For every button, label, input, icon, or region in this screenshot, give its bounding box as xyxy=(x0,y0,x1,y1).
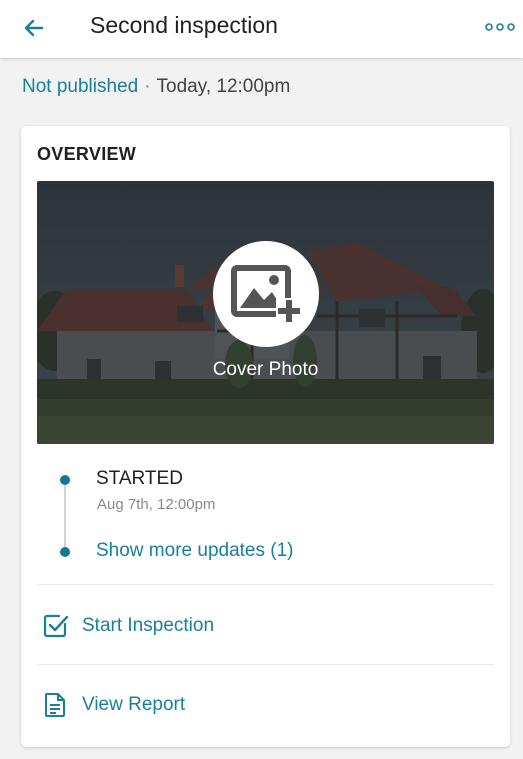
divider xyxy=(37,584,494,585)
more-options-button[interactable] xyxy=(483,12,517,42)
timeline-status: STARTED xyxy=(96,468,183,489)
timeline-date: Aug 7th, 12:00pm xyxy=(97,496,216,513)
divider xyxy=(37,664,494,665)
show-more-updates-link[interactable]: Show more updates (1) xyxy=(96,540,294,562)
inspection-time: Today, 12:00pm xyxy=(156,76,291,97)
start-inspection-label: Start Inspection xyxy=(82,615,215,636)
add-cover-photo-button[interactable] xyxy=(213,241,319,347)
cover-photo-label: Cover Photo xyxy=(212,359,319,380)
status-separator: · xyxy=(144,76,151,97)
timeline-dot xyxy=(60,547,70,557)
checkbox-edit-icon xyxy=(41,612,69,640)
add-photo-icon xyxy=(231,265,302,324)
start-inspection-button[interactable]: Start Inspection xyxy=(37,596,494,656)
publish-status-link[interactable]: Not published xyxy=(22,76,138,97)
publish-status-row: Not published · Today, 12:00pm xyxy=(22,76,290,98)
app-bar: Second inspection xyxy=(0,0,523,58)
view-report-label: View Report xyxy=(82,694,186,715)
timeline-dot xyxy=(60,475,70,485)
overview-heading: OVERVIEW xyxy=(37,144,137,164)
timeline-connector xyxy=(64,483,66,551)
overview-card: OVERVIEW Cover Photo STARTED Aug 7th, 12… xyxy=(21,126,510,747)
more-horizontal-icon xyxy=(485,23,515,31)
document-icon xyxy=(41,691,69,719)
back-button[interactable] xyxy=(16,10,52,46)
arrow-left-icon xyxy=(24,19,44,37)
page-title: Second inspection xyxy=(90,12,278,38)
cover-photo[interactable]: Cover Photo xyxy=(37,181,494,444)
view-report-button[interactable]: View Report xyxy=(37,675,494,735)
